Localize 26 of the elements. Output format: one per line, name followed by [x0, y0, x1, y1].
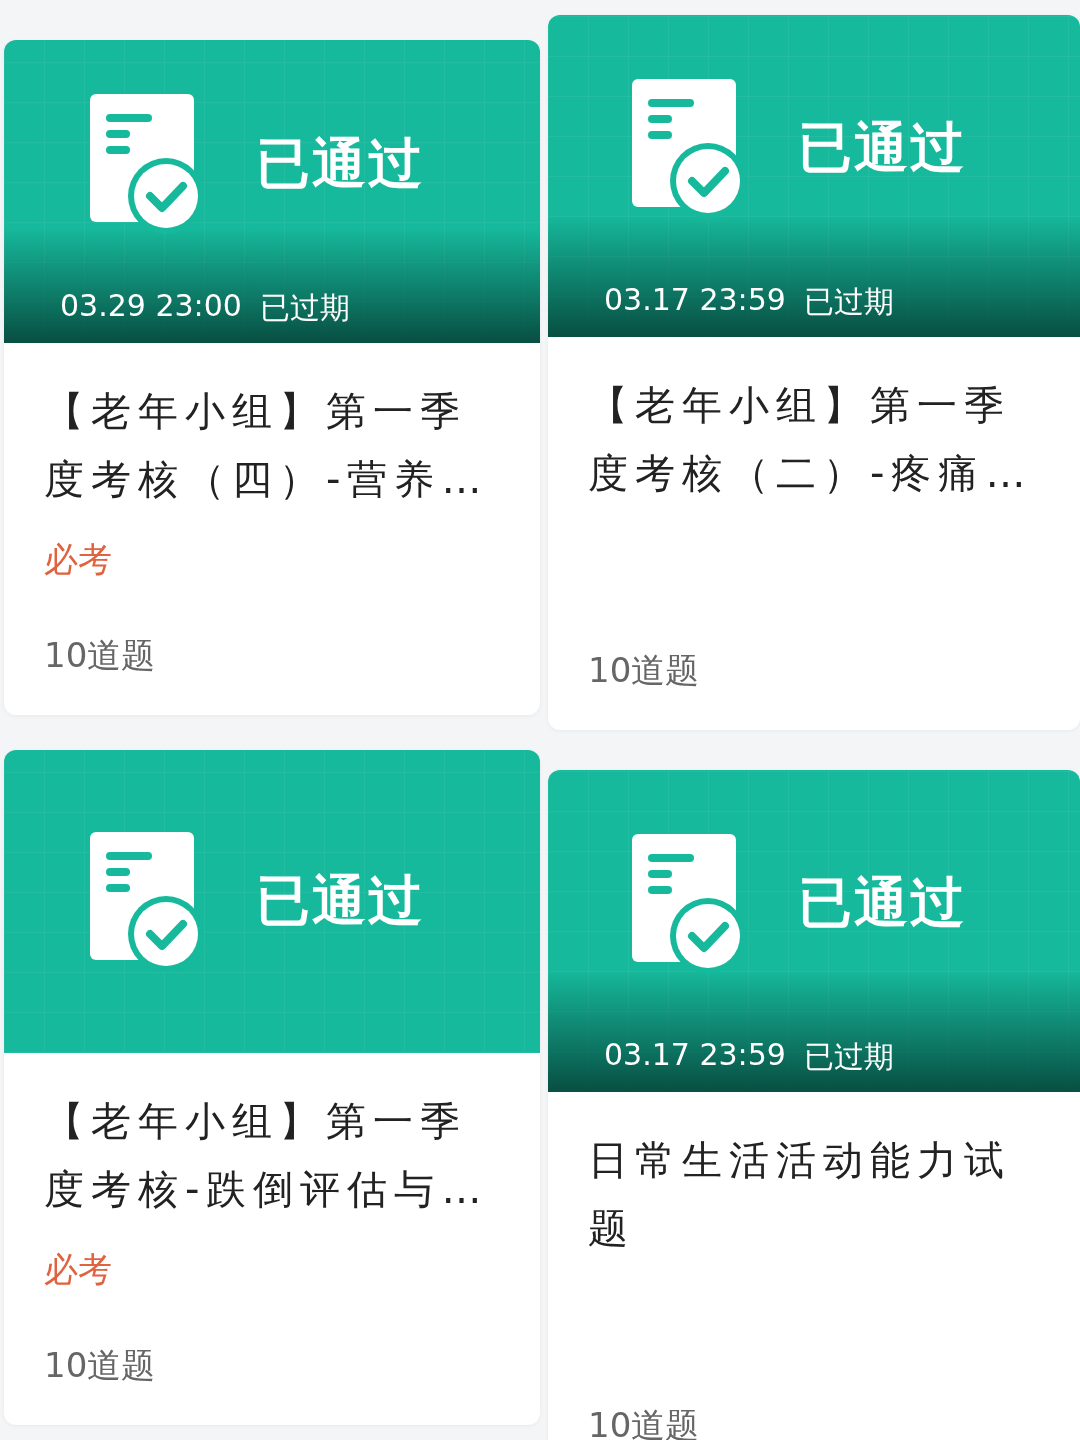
status-label: 已通过 — [798, 115, 966, 181]
required-tag: 必考 — [44, 537, 112, 583]
document-check-icon — [632, 833, 746, 974]
exam-card[interactable]: 已通过 【老年小组】第一季度考核-跌倒评估与… 必考 10道题 — [4, 750, 540, 1425]
question-count: 10道题 — [44, 1344, 156, 1387]
required-tag: 必考 — [44, 1247, 112, 1293]
question-count: 10道题 — [44, 634, 156, 677]
exam-title: 【老年小组】第一季度考核-跌倒评估与… — [44, 1097, 490, 1214]
exam-title: 日常生活活动能力试题 — [588, 1136, 1012, 1253]
deadline-text: 03.17 23:59 — [604, 1037, 786, 1074]
expired-label: 已过期 — [259, 289, 350, 327]
document-check-icon — [90, 831, 204, 972]
exam-card[interactable]: 已通过 03.29 23:00 已过期 【老年小组】第一季度考核（四）-营养… 必考 10道题 — [4, 40, 540, 715]
deadline-text: 03.29 23:00 — [60, 288, 242, 325]
exam-title: 【老年小组】第一季度考核（四）-营养… — [44, 387, 490, 504]
exam-title: 【老年小组】第一季度考核（二）-疼痛… — [588, 381, 1034, 498]
document-check-icon — [632, 78, 746, 219]
exam-card[interactable]: 已通过 03.17 23:59 已过期 【老年小组】第一季度考核（二）-疼痛… 10道题 — [548, 15, 1080, 730]
status-label: 已通过 — [256, 130, 424, 197]
document-check-icon — [90, 94, 204, 234]
question-count: 10道题 — [588, 649, 700, 692]
status-label: 已通过 — [256, 868, 424, 934]
expired-label: 已过期 — [803, 1038, 894, 1076]
expired-label: 已过期 — [803, 283, 894, 321]
deadline-text: 03.17 23:59 — [604, 282, 786, 319]
status-label: 已通过 — [798, 870, 966, 936]
